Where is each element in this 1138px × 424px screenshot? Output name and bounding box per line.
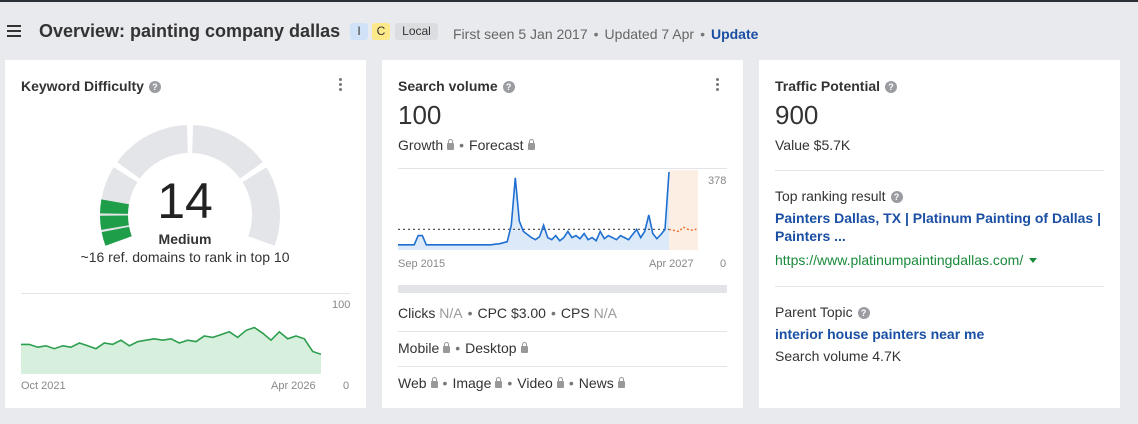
cps-value: N/A [593, 305, 617, 321]
y-min-label: 0 [343, 380, 350, 392]
card-title: Keyword Difficulty? [21, 78, 161, 94]
video-label[interactable]: Video [517, 375, 553, 391]
search-volume-chart [398, 170, 698, 250]
kd-history-chart [21, 326, 321, 374]
meta-separator: • [700, 26, 705, 42]
lock-icon [443, 342, 451, 353]
y-min-label: 0 [720, 258, 727, 270]
forecast-region [669, 170, 698, 250]
meta-separator: • [593, 26, 599, 42]
parent-topic-link[interactable]: interior house painters near me [775, 326, 984, 342]
keyword-meta: First seen 5 Jan 2017 • Updated 7 Apr • Upda… [453, 26, 758, 42]
divider [775, 170, 1104, 171]
separator: • [467, 305, 473, 321]
y-max-label: 100 [332, 299, 351, 311]
top-result-link[interactable]: Painters Dallas, TX | Platinum Painting … [775, 209, 1105, 245]
search-volume-card: Search volume? 100 Growth • Forecast 378 0… [382, 60, 743, 408]
intent-badge-informational: I [350, 23, 368, 40]
lock-icon [430, 377, 438, 388]
separator: • [442, 375, 448, 391]
cps-label: CPS [560, 305, 590, 321]
page-header: Overview: painting company dallas I C Lo… [0, 2, 1138, 60]
clicks-value: N/A [439, 305, 463, 321]
lock-icon [617, 377, 625, 388]
card-title: Search volume? [398, 78, 515, 94]
news-label[interactable]: News [579, 375, 614, 391]
separator: • [459, 137, 465, 153]
chevron-down-icon[interactable] [1029, 258, 1038, 263]
help-icon[interactable]: ? [885, 81, 898, 93]
divider [21, 293, 350, 294]
more-options-icon[interactable] [339, 78, 343, 92]
cpc-label: CPC [477, 305, 508, 321]
keyword-difficulty-card: Keyword Difficulty? 14 Medium ~16 ref. d… [5, 60, 366, 408]
divider [775, 286, 1104, 287]
help-icon[interactable]: ? [890, 191, 903, 203]
x-start-label: Sep 2015 [398, 258, 446, 270]
menu-icon[interactable] [7, 25, 21, 37]
growth-label[interactable]: Growth [398, 137, 443, 153]
serp-type-row: Web • Image • Video • News [398, 375, 625, 391]
gauge-segment [192, 125, 263, 179]
clicks-label: Clicks [398, 305, 436, 321]
difficulty-subtitle: ~16 ref. domains to rank in top 10 [80, 249, 290, 265]
lock-icon [556, 377, 564, 388]
updated-text: Updated 7 Apr [604, 26, 695, 42]
separator: • [455, 340, 461, 356]
lock-icon [447, 139, 455, 150]
top-result-label: Top ranking result? [775, 188, 903, 204]
cpc-value: $3.00 [510, 305, 546, 321]
traffic-value: Value $5.7K [775, 137, 851, 153]
first-seen-text: First seen 5 Jan 2017 [453, 26, 588, 42]
lock-icon [520, 342, 528, 353]
card-title: Traffic Potential? [775, 78, 898, 94]
update-link[interactable]: Update [711, 26, 758, 42]
web-label[interactable]: Web [398, 375, 427, 391]
divider [398, 331, 727, 332]
volume-line [398, 171, 670, 246]
parent-topic-volume: Search volume 4.7K [775, 348, 902, 364]
intent-badge-local: Local [395, 23, 438, 40]
top-result-url[interactable]: https://www.platinumpaintingdallas.com/ [775, 252, 1038, 268]
gauge-segment [242, 167, 280, 246]
forecast-label[interactable]: Forecast [469, 137, 523, 153]
gauge-segment [117, 125, 188, 179]
desktop-label[interactable]: Desktop [465, 340, 516, 356]
help-icon[interactable]: ? [857, 307, 870, 319]
parent-topic-label: Parent Topic? [775, 304, 870, 320]
image-label[interactable]: Image [452, 375, 491, 391]
traffic-potential-value: 900 [775, 100, 819, 130]
traffic-potential-card: Traffic Potential? 900 Value $5.7K Top r… [759, 60, 1120, 408]
x-end-label: Apr 2027 [649, 258, 694, 270]
help-icon[interactable]: ? [148, 81, 161, 93]
help-icon[interactable]: ? [502, 81, 515, 93]
x-end-label: Apr 2026 [271, 380, 316, 392]
volume-range-bar [398, 285, 727, 293]
device-row: Mobile • Desktop [398, 340, 528, 356]
difficulty-level: Medium [158, 231, 212, 247]
mobile-label[interactable]: Mobile [398, 340, 439, 356]
divider [398, 366, 727, 367]
search-volume-value: 100 [398, 100, 442, 130]
divider [398, 168, 727, 169]
lock-icon [495, 377, 503, 388]
separator: • [507, 375, 513, 391]
more-options-icon[interactable] [716, 78, 720, 92]
lock-icon [527, 139, 535, 150]
y-max-label: 378 [708, 175, 727, 187]
separator: • [568, 375, 574, 391]
intent-badge-commercial: C [372, 23, 390, 40]
difficulty-score: 14 [157, 173, 213, 229]
clicks-cpc-row: Clicks N/A • CPC $3.00 • CPS N/A [398, 305, 617, 321]
growth-forecast-row: Growth • Forecast [398, 137, 535, 153]
separator: • [550, 305, 556, 321]
page-title: Overview: painting company dallas [39, 21, 341, 41]
x-start-label: Oct 2021 [21, 380, 66, 392]
